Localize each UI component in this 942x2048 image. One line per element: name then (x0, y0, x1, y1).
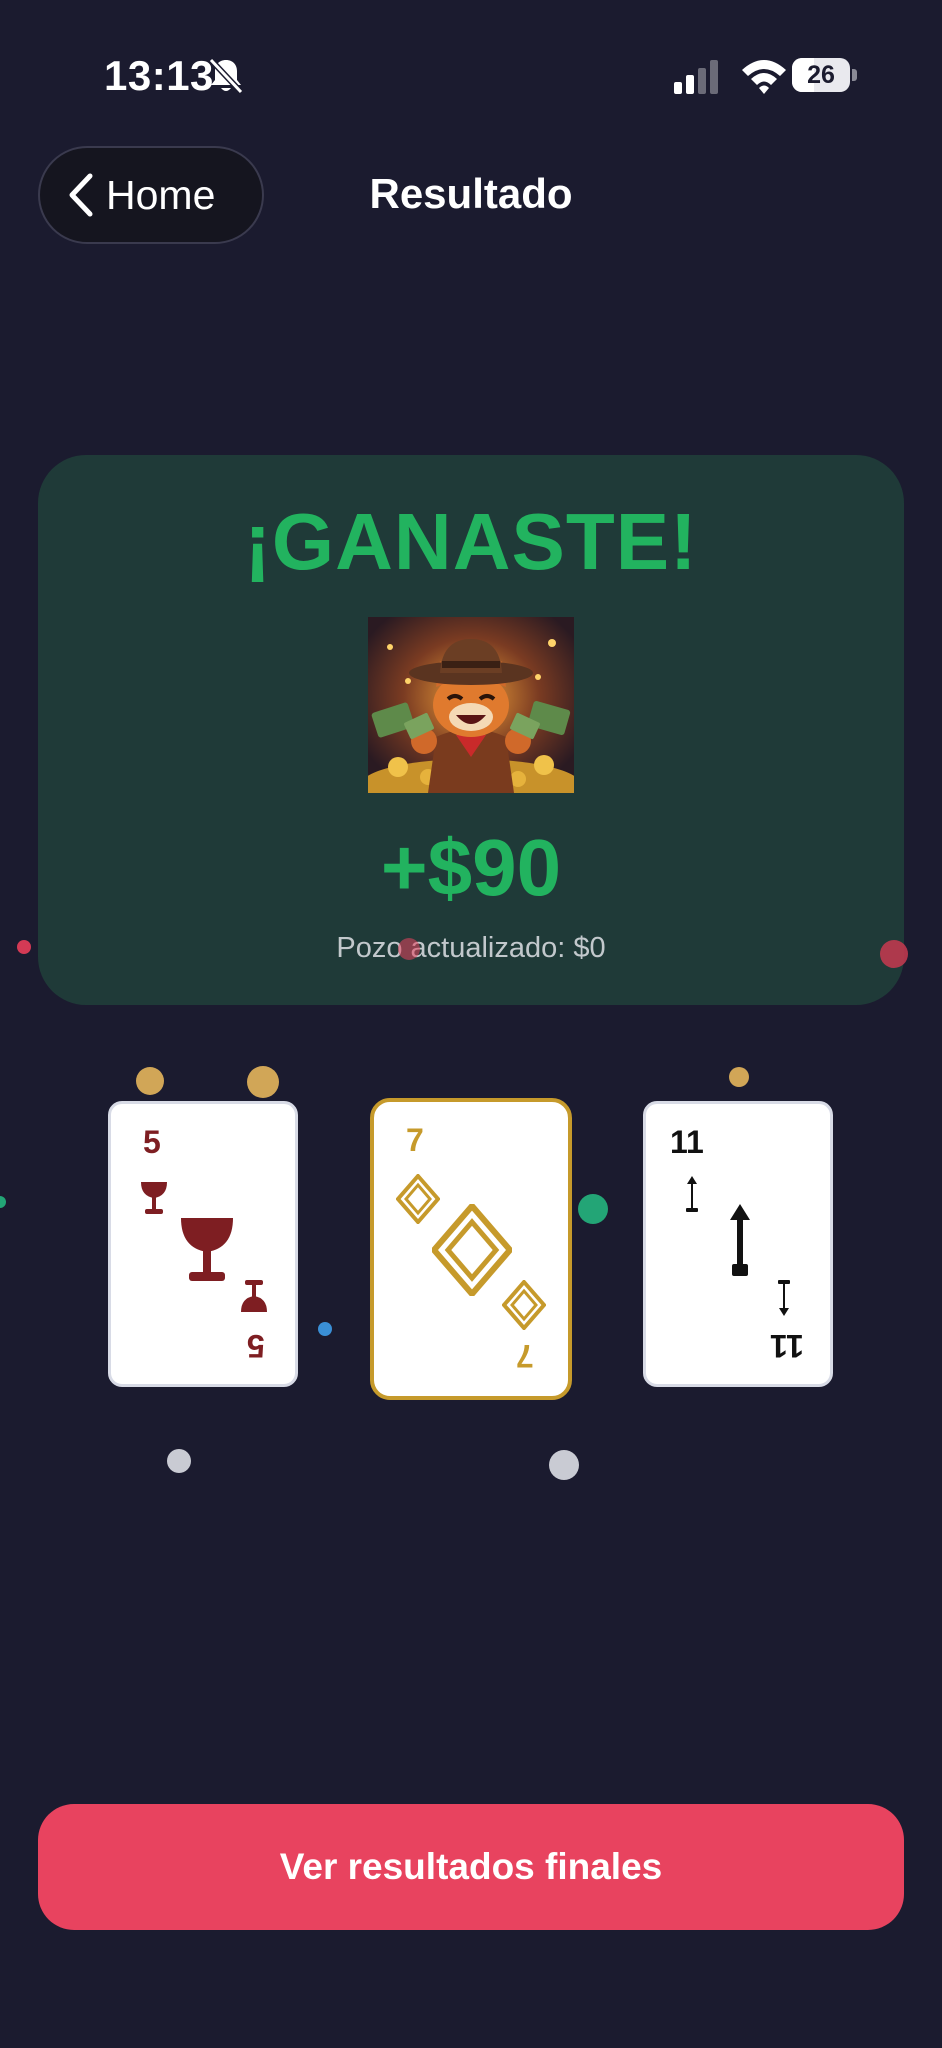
confetti-dot (729, 1067, 749, 1087)
card-rank-bottom: 5 (247, 1328, 265, 1364)
wifi-icon (742, 60, 786, 94)
diamonds-icon (432, 1204, 512, 1296)
confetti-dot (247, 1066, 279, 1098)
pot-status: Pozo actualizado: $0 (336, 932, 606, 964)
card-rank-bottom: 7 (516, 1338, 534, 1374)
confetti-dot (167, 1449, 191, 1473)
playing-card-selected[interactable]: 7 7 (370, 1098, 572, 1400)
bell-slash-icon (208, 57, 244, 95)
swords-icon (730, 1204, 750, 1276)
cups-icon (241, 1280, 267, 1312)
result-heading: ¡GANASTE! (244, 497, 698, 586)
card-rank-bottom: 11 (770, 1328, 804, 1364)
playing-card[interactable]: 5 5 (108, 1101, 298, 1387)
cups-icon (181, 1218, 233, 1281)
playing-card[interactable]: 11 11 (643, 1101, 833, 1387)
mascot-image (368, 617, 574, 793)
confetti-dot (578, 1194, 608, 1224)
view-final-results-button[interactable]: Ver resultados finales (38, 1804, 904, 1930)
confetti-dot (136, 1067, 164, 1095)
confetti-dot (880, 940, 908, 968)
battery-level: 26 (807, 61, 835, 89)
card-rank: 7 (406, 1122, 424, 1158)
confetti-dot (0, 1196, 6, 1208)
confetti-dot (549, 1450, 579, 1480)
confetti-dot (398, 938, 420, 960)
card-rank: 5 (143, 1124, 161, 1160)
diamonds-icon (502, 1280, 546, 1330)
card-rank: 11 (670, 1124, 704, 1160)
swords-icon (686, 1176, 698, 1212)
cups-icon (141, 1182, 167, 1214)
signal-icon (674, 60, 718, 94)
confetti-dot (318, 1322, 332, 1336)
page-title: Resultado (369, 170, 573, 217)
confetti-dot (17, 940, 31, 954)
swords-icon (778, 1280, 790, 1316)
battery-icon: 26 (792, 58, 858, 94)
winnings-amount: +$90 (380, 823, 562, 912)
status-time: 13:13 (104, 52, 214, 99)
